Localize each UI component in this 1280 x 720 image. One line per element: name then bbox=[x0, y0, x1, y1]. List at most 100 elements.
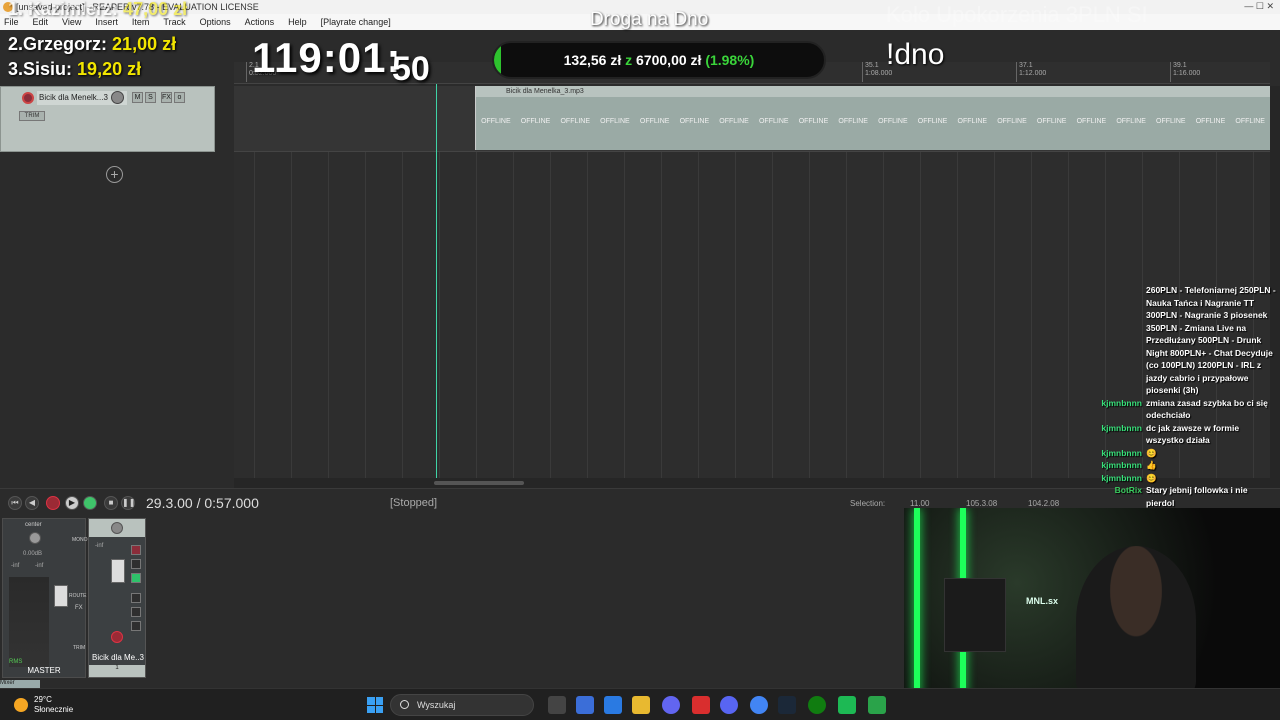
master-fx-label[interactable]: FX bbox=[75, 605, 83, 611]
play-button[interactable]: ▶ bbox=[65, 496, 79, 510]
rms-label: RMS bbox=[9, 659, 23, 665]
chat-message: BotRix Stary jebnij followka i nie pierdo… bbox=[1094, 484, 1278, 509]
mixer-tab[interactable]: Mixer bbox=[0, 680, 40, 688]
wall-poster bbox=[944, 578, 1006, 652]
offline-label: OFFLINE bbox=[758, 118, 789, 125]
xbox-icon[interactable] bbox=[808, 696, 826, 714]
app-leaf-icon[interactable] bbox=[868, 696, 886, 714]
rewind-button[interactable]: ◀ bbox=[25, 496, 39, 510]
donor-amount: 19,20 zł bbox=[77, 59, 142, 79]
mute-button[interactable]: M bbox=[132, 92, 143, 103]
master-pan-knob[interactable] bbox=[29, 532, 41, 544]
record-button[interactable] bbox=[46, 496, 60, 510]
selection-end[interactable]: 105.3.08 bbox=[966, 499, 997, 508]
chat-command: !dno bbox=[886, 38, 945, 71]
chat-message: kjmnbnnn 👍 bbox=[1094, 459, 1278, 472]
master-channel: center 0.00dB -inf -inf MONO ROUTE FX TR… bbox=[2, 518, 88, 678]
repeat-button[interactable] bbox=[83, 496, 97, 510]
master-fader[interactable] bbox=[54, 585, 68, 607]
app-l-icon[interactable] bbox=[692, 696, 710, 714]
channel-record-arm[interactable] bbox=[111, 631, 123, 643]
chat-message: kjmnbnnn 😊 bbox=[1094, 447, 1278, 460]
edit-cursor[interactable] bbox=[436, 84, 437, 478]
top-donor-3: 3.Sisiu: 19,20 zł bbox=[8, 59, 141, 80]
offline-labels: OFFLINE OFFLINE OFFLINE OFFLINE OFFLINE OFFLI… bbox=[476, 118, 1270, 125]
sun-icon bbox=[14, 698, 28, 712]
copilot-icon[interactable] bbox=[576, 696, 594, 714]
window-controls[interactable]: — ☐ ✕ bbox=[1244, 1, 1274, 12]
chat-username: BotRix bbox=[1114, 485, 1142, 495]
windows-taskbar: 29°C Słonecznie Wyszukaj bbox=[0, 688, 1280, 720]
channel-number-text: 1 bbox=[115, 665, 119, 671]
offline-label: OFFLINE bbox=[798, 118, 829, 125]
wheel-banner: Koło Upokorzenia 3PLN SI bbox=[886, 2, 1148, 27]
channel-mute-button[interactable] bbox=[131, 545, 141, 555]
channel-fader[interactable] bbox=[111, 559, 125, 583]
selection-length[interactable]: 104.2.08 bbox=[1028, 499, 1059, 508]
menu-item-options[interactable]: Options bbox=[200, 17, 231, 27]
goal-current: 132,56 zł bbox=[563, 52, 622, 68]
donor-amount: 21,00 zł bbox=[112, 34, 177, 54]
obs-icon[interactable] bbox=[662, 696, 680, 714]
channel-phase-icon[interactable] bbox=[131, 573, 141, 583]
steam-icon[interactable] bbox=[778, 696, 796, 714]
stream-title: Droga na Dno bbox=[590, 9, 709, 30]
solo-button[interactable]: S bbox=[145, 92, 156, 103]
windows-start-icon[interactable] bbox=[367, 697, 383, 713]
task-view-icon[interactable] bbox=[548, 696, 566, 714]
chat-message: kjmnbnnn 😊 bbox=[1094, 472, 1278, 485]
io-button[interactable]: o bbox=[174, 92, 185, 103]
menu-item-playratechange[interactable]: [Playrate change] bbox=[321, 17, 391, 27]
stop-button[interactable]: ■ bbox=[104, 496, 118, 510]
mono-label[interactable]: MONO bbox=[72, 537, 88, 543]
chat-goals-description: 260PLN - Telefoniarnej 250PLN - Nauka Ta… bbox=[1146, 285, 1276, 395]
offline-label: OFFLINE bbox=[997, 118, 1027, 125]
media-item[interactable]: Bicik dla Menelka_3.mp3 OFFLINE OFFLINE OF… bbox=[475, 86, 1270, 150]
file-explorer-icon[interactable] bbox=[632, 696, 650, 714]
taskbar-search[interactable]: Wyszukaj bbox=[390, 694, 534, 716]
store-icon[interactable] bbox=[604, 696, 622, 714]
donor-amount: 47,00 zł bbox=[123, 0, 188, 19]
record-arm-button[interactable] bbox=[22, 92, 34, 104]
track-control-panel[interactable]: Bicik dla Menelk...3 M S FX o TRIM bbox=[0, 86, 215, 152]
mixer-panel: center 0.00dB -inf -inf MONO ROUTE FX TR… bbox=[0, 518, 900, 682]
route-label[interactable]: ROUTE bbox=[69, 593, 87, 599]
empty-track-area[interactable] bbox=[0, 152, 234, 478]
offline-label: OFFLINE bbox=[838, 118, 868, 125]
chat-text: 😊 bbox=[1146, 472, 1157, 483]
offline-label: OFFLINE bbox=[878, 118, 908, 125]
chat-text: dc jak zawsze w formie wszystko działa bbox=[1146, 422, 1240, 446]
channel-solo-button[interactable] bbox=[131, 559, 141, 569]
master-trim-label[interactable]: TRIM bbox=[73, 645, 85, 651]
trim-button[interactable]: TRIM bbox=[19, 111, 45, 121]
chat-username: kjmnbnnn bbox=[1101, 397, 1142, 408]
fx-button[interactable]: FX bbox=[161, 92, 172, 103]
discord-icon[interactable] bbox=[720, 696, 738, 714]
chat-message: kjmnbnnn zmiana zasad szybka bo ci się od… bbox=[1094, 397, 1278, 422]
menu-item-help[interactable]: Help bbox=[288, 17, 307, 27]
chat-text: zmiana zasad szybka bo ci się odechciało bbox=[1146, 397, 1268, 421]
channel-route-button[interactable] bbox=[131, 607, 141, 617]
master-label: MASTER bbox=[27, 666, 61, 675]
pause-button[interactable]: ❚❚ bbox=[121, 496, 135, 510]
channel-pan-knob[interactable] bbox=[111, 522, 123, 534]
menu-item-actions[interactable]: Actions bbox=[245, 17, 275, 27]
offline-label: OFFLINE bbox=[1156, 118, 1186, 125]
channel-fx-button[interactable] bbox=[131, 593, 141, 603]
channel-env-button[interactable] bbox=[131, 621, 141, 631]
weather-widget[interactable]: 29°C Słonecznie bbox=[14, 695, 73, 715]
offline-label: OFFLINE bbox=[481, 118, 511, 125]
ruler-tick: 39.1 1:16.000 bbox=[1170, 62, 1200, 82]
master-volume-db: 0.00dB bbox=[23, 551, 43, 557]
go-to-start-button[interactable]: ⏮ bbox=[8, 496, 22, 510]
app-green-icon[interactable] bbox=[838, 696, 856, 714]
chat-username: kjmnbnnn bbox=[1101, 472, 1142, 483]
weather-temp: 29°C bbox=[34, 695, 52, 704]
scroll-thumb[interactable] bbox=[434, 481, 524, 485]
selection-start[interactable]: 11.00 bbox=[910, 499, 929, 508]
chat-text: Stary jebnij followka i nie pierdol bbox=[1146, 485, 1248, 508]
add-track-icon[interactable]: + bbox=[106, 166, 123, 183]
chrome-icon[interactable] bbox=[750, 696, 768, 714]
chat-overlay: 260PLN - Telefoniarnej 250PLN - Nauka Ta… bbox=[1094, 284, 1278, 509]
volume-knob[interactable] bbox=[111, 91, 124, 104]
